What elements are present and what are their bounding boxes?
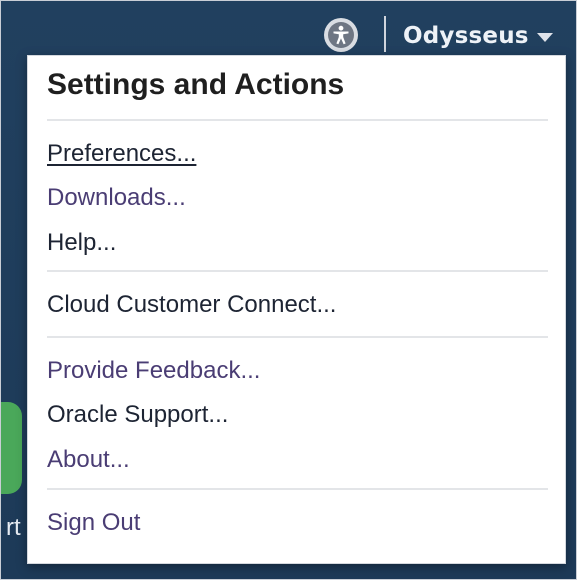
menu-item-help[interactable]: Help... bbox=[47, 228, 116, 258]
settings-actions-menu: Settings and Actions Preferences... Down… bbox=[27, 55, 566, 564]
user-name: Odysseus bbox=[403, 23, 529, 49]
menu-item-downloads[interactable]: Downloads... bbox=[47, 183, 186, 213]
menu-separator bbox=[47, 270, 548, 272]
background-tile bbox=[0, 402, 22, 494]
menu-separator bbox=[47, 336, 548, 338]
menu-item-preferences[interactable]: Preferences... bbox=[47, 139, 196, 169]
accessibility-icon bbox=[328, 22, 354, 48]
header-divider bbox=[384, 16, 386, 52]
menu-separator bbox=[47, 488, 548, 490]
menu-item-cloud-customer-connect[interactable]: Cloud Customer Connect... bbox=[47, 290, 336, 320]
chevron-down-icon bbox=[536, 33, 553, 42]
menu-item-about[interactable]: About... bbox=[47, 445, 130, 475]
menu-separator bbox=[47, 119, 548, 121]
accessibility-button[interactable] bbox=[324, 18, 358, 52]
menu-item-sign-out[interactable]: Sign Out bbox=[47, 508, 140, 538]
background-label-fragment: rt bbox=[6, 514, 21, 541]
menu-item-oracle-support[interactable]: Oracle Support... bbox=[47, 400, 228, 430]
user-menu-button[interactable]: Odysseus bbox=[403, 20, 553, 52]
menu-title: Settings and Actions bbox=[47, 68, 345, 101]
menu-item-provide-feedback[interactable]: Provide Feedback... bbox=[47, 356, 260, 386]
